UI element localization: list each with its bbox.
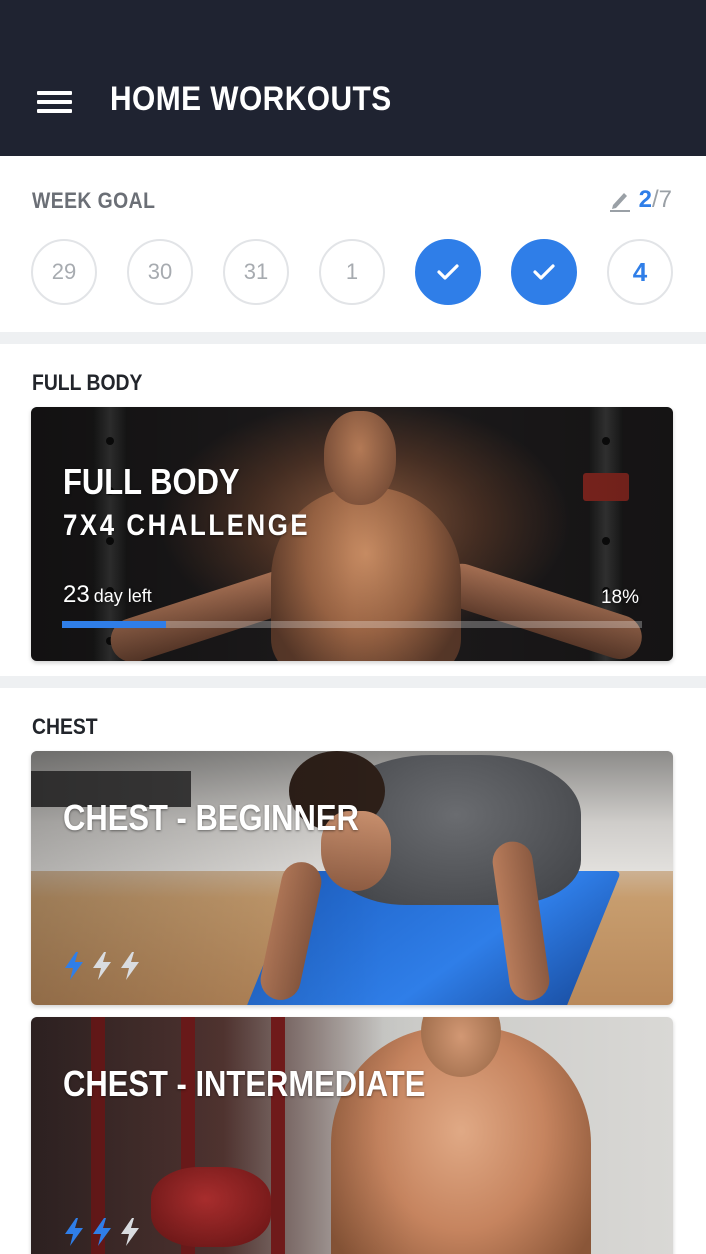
- day-circle-done[interactable]: [415, 239, 481, 305]
- day-circle[interactable]: 29: [31, 239, 97, 305]
- card-title: CHEST - INTERMEDIATE: [63, 1063, 426, 1104]
- progress-bar: [62, 621, 642, 628]
- day-label: 30: [147, 259, 173, 284]
- app-bar: HOME WORKOUTS: [0, 0, 706, 156]
- card-subtitle: 7X4 CHALLENGE: [63, 509, 311, 542]
- difficulty-level: [61, 951, 143, 981]
- days-left-unit: day left: [93, 586, 152, 606]
- card-title: FULL BODY: [63, 461, 240, 502]
- lightning-bolt-icon: [121, 1218, 139, 1246]
- day-label: 4: [632, 256, 648, 287]
- days-left-number: 23: [63, 581, 90, 608]
- workout-card-full-body-challenge[interactable]: FULL BODY 7X4 CHALLENGE 23 day left 18%: [31, 407, 673, 661]
- day-label: 31: [243, 259, 269, 284]
- week-goal-separator: /: [651, 186, 659, 213]
- day-circle-today[interactable]: 4: [607, 239, 673, 305]
- week-goal-total-count: 7: [658, 186, 672, 213]
- lightning-bolt-icon: [93, 1218, 111, 1246]
- day-label: 29: [51, 259, 77, 284]
- progress-percent: 18%: [600, 587, 639, 608]
- difficulty-level: [61, 1217, 143, 1247]
- lightning-bolt-icon: [93, 952, 111, 980]
- pencil-icon: [609, 193, 630, 212]
- week-goal-label: WEEK GOAL: [32, 188, 156, 213]
- day-circle[interactable]: 31: [223, 239, 289, 305]
- day-circle[interactable]: 1: [319, 239, 385, 305]
- progress-bar-fill: [62, 621, 167, 628]
- checkmark-icon: [437, 264, 459, 280]
- workout-card-chest-intermediate[interactable]: CHEST - INTERMEDIATE: [31, 1017, 673, 1254]
- menu-icon[interactable]: [30, 82, 78, 122]
- week-days-row: 29 30 31 1 4: [31, 239, 674, 305]
- day-circle-done[interactable]: [511, 239, 577, 305]
- days-left-text: 23 day left: [63, 581, 152, 609]
- card-title: CHEST - BEGINNER: [63, 797, 359, 838]
- lightning-bolt-icon: [65, 952, 83, 980]
- lightning-bolt-icon: [65, 1218, 83, 1246]
- workout-card-chest-beginner[interactable]: CHEST - BEGINNER: [31, 751, 673, 1005]
- lightning-bolt-icon: [121, 952, 139, 980]
- week-goal-done-count: 2: [638, 186, 652, 213]
- section-title-chest: CHEST: [32, 714, 98, 739]
- section-title-full-body: FULL BODY: [32, 370, 143, 395]
- day-label: 1: [345, 259, 359, 284]
- week-goal-card: WEEK GOAL 2 / 7 29 30 31 1 4: [0, 156, 706, 332]
- day-circle[interactable]: 30: [127, 239, 193, 305]
- checkmark-icon: [533, 264, 555, 280]
- week-goal-edit-button[interactable]: 2 / 7: [609, 186, 672, 214]
- app-title: HOME WORKOUTS: [110, 80, 392, 118]
